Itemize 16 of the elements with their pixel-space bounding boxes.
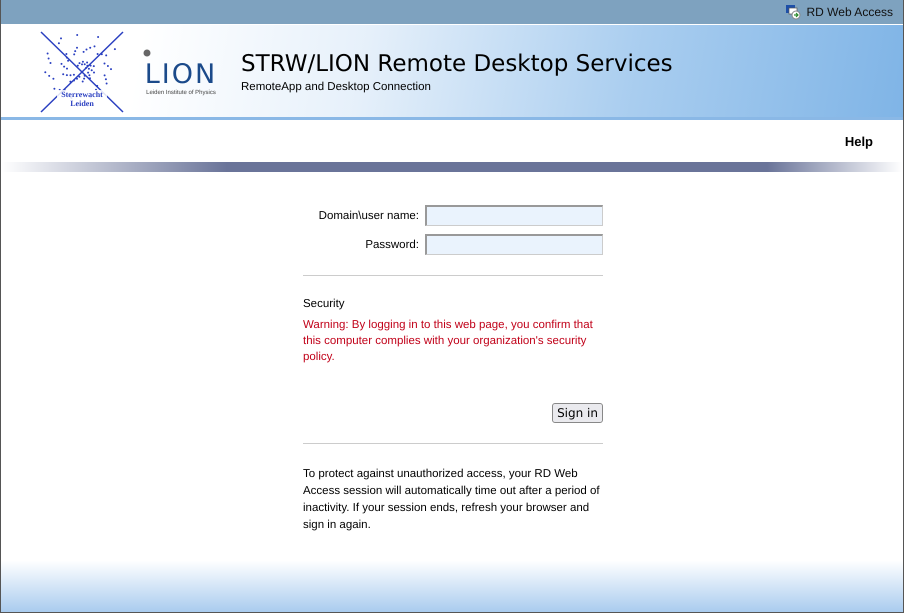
input-field[interactable] [425,234,603,255]
input-field[interactable] [425,205,603,226]
security-heading: Security [303,298,346,310]
remote-desktop-icon [784,4,801,20]
page-subtitle: RemoteApp and Desktop Connection [241,81,432,93]
timeout-notice: To protect against unauthorized access, your RD Web Access session will automatically time out after a period of inactivity. If your session ends, refresh your browser and sign in again. [303,467,601,533]
security-warning: Warning: By logging in to this web page, you confirm that this computer complies with your organization's security policy. [303,318,594,365]
field-label: Domain\user name: [318,210,419,222]
field-label: Password: [364,238,419,250]
ball-icon [143,49,151,57]
help-link[interactable]: Help [844,134,873,148]
page-title: STRW/LION Remote Desktop Services [241,50,673,79]
app-title: RD Web Access [806,5,893,19]
sign-in-button[interactable]: Sign in [552,403,603,423]
logo-caption: Sterrewacht Leiden [57,90,107,108]
logo-letters: LION [144,60,218,90]
